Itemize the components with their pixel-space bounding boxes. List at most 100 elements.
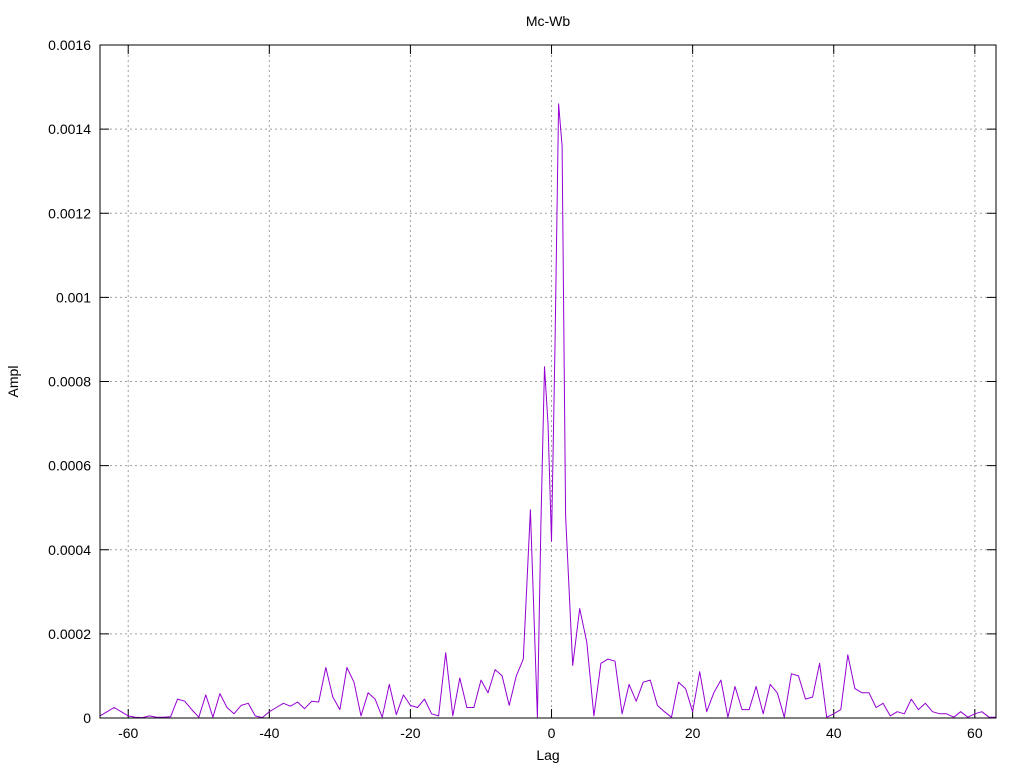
data-point <box>318 702 319 703</box>
data-point <box>481 680 482 681</box>
data-point <box>840 709 841 710</box>
data-point <box>678 682 679 683</box>
y-tick-labels: 0 0.0002 0.0004 0.0006 0.0008 0.001 0.0012 0.00… <box>48 37 91 726</box>
data-point <box>184 701 185 702</box>
data-point <box>593 715 594 716</box>
y-tick-label: 0.0008 <box>48 374 91 390</box>
data-point <box>523 659 524 660</box>
data-point <box>555 339 556 340</box>
data-point <box>558 103 559 104</box>
data-point <box>177 699 178 700</box>
data-point <box>904 713 905 714</box>
series-layer <box>99 103 996 719</box>
data-point <box>608 659 609 660</box>
grid-lines <box>100 44 996 719</box>
data-point <box>819 663 820 664</box>
data-point <box>770 684 771 685</box>
data-point <box>424 699 425 700</box>
data-point <box>932 711 933 712</box>
data-point <box>205 694 206 695</box>
data-point <box>629 684 630 685</box>
data-point <box>431 713 432 714</box>
data-point <box>925 703 926 704</box>
data-point <box>548 423 549 424</box>
data-point <box>121 711 122 712</box>
data-point <box>749 709 750 710</box>
x-tick-label: 0 <box>548 725 556 741</box>
data-point <box>332 697 333 698</box>
y-tick-label: 0.001 <box>56 289 91 305</box>
data-point <box>615 661 616 662</box>
data-point <box>981 711 982 712</box>
data-point <box>459 678 460 679</box>
data-point <box>890 715 891 716</box>
data-point <box>685 688 686 689</box>
data-point <box>883 703 884 704</box>
data-point <box>854 688 855 689</box>
data-point <box>311 701 312 702</box>
data-point <box>720 680 721 681</box>
data-point <box>283 703 284 704</box>
data-point <box>325 667 326 668</box>
data-point <box>445 652 446 653</box>
data-point <box>438 715 439 716</box>
data-point <box>939 713 940 714</box>
data-point <box>706 711 707 712</box>
data-point <box>346 667 347 668</box>
data-point <box>219 693 220 694</box>
data-point <box>234 713 235 714</box>
data-point <box>763 713 764 714</box>
data-point <box>466 707 467 708</box>
data-point <box>636 701 637 702</box>
data-point <box>269 711 270 712</box>
data-point <box>699 671 700 672</box>
data-point <box>389 684 390 685</box>
data-point <box>410 705 411 706</box>
data-point <box>540 524 541 525</box>
y-tick-label: 0.0014 <box>48 121 91 137</box>
data-point <box>530 509 531 510</box>
data-point <box>562 146 563 147</box>
data-point <box>339 709 340 710</box>
y-tick-label: 0.0002 <box>48 626 91 642</box>
x-axis-label: Lag <box>536 747 559 763</box>
data-point <box>692 711 693 712</box>
data-point <box>643 682 644 683</box>
y-tick-label: 0 <box>83 710 91 726</box>
data-point <box>114 707 115 708</box>
data-point <box>833 713 834 714</box>
data-point <box>304 708 305 709</box>
data-point <box>488 692 489 693</box>
data-point <box>297 702 298 703</box>
data-point <box>756 686 757 687</box>
data-point <box>290 706 291 707</box>
y-tick-label: 0.0016 <box>48 37 91 53</box>
data-point <box>974 713 975 714</box>
data-point <box>128 715 129 716</box>
data-point <box>946 713 947 714</box>
data-point <box>417 707 418 708</box>
x-tick-labels: -60 -40 -20 0 20 40 60 <box>118 725 983 741</box>
data-point <box>657 705 658 706</box>
data-point <box>473 707 474 708</box>
data-point <box>551 541 552 542</box>
x-tick-label: -20 <box>400 725 420 741</box>
data-point <box>502 675 503 676</box>
data-point <box>354 682 355 683</box>
data-point <box>579 608 580 609</box>
data-point <box>713 692 714 693</box>
data-point <box>650 680 651 681</box>
data-point <box>276 707 277 708</box>
data-point <box>572 665 573 666</box>
x-tick-label: 40 <box>826 725 842 741</box>
chart-title: Mc-Wb <box>526 13 571 29</box>
data-point <box>241 705 242 706</box>
series-line-0 <box>99 103 996 719</box>
x-tick-label: 60 <box>967 725 983 741</box>
y-tick-label: 0.0004 <box>48 542 91 558</box>
data-point <box>869 692 870 693</box>
data-point <box>544 366 545 367</box>
data-point <box>911 699 912 700</box>
data-point <box>600 663 601 664</box>
line-chart: -60 -40 -20 0 20 40 60 0 0.0002 0.0004 0.0006 0.00… <box>5 13 997 763</box>
